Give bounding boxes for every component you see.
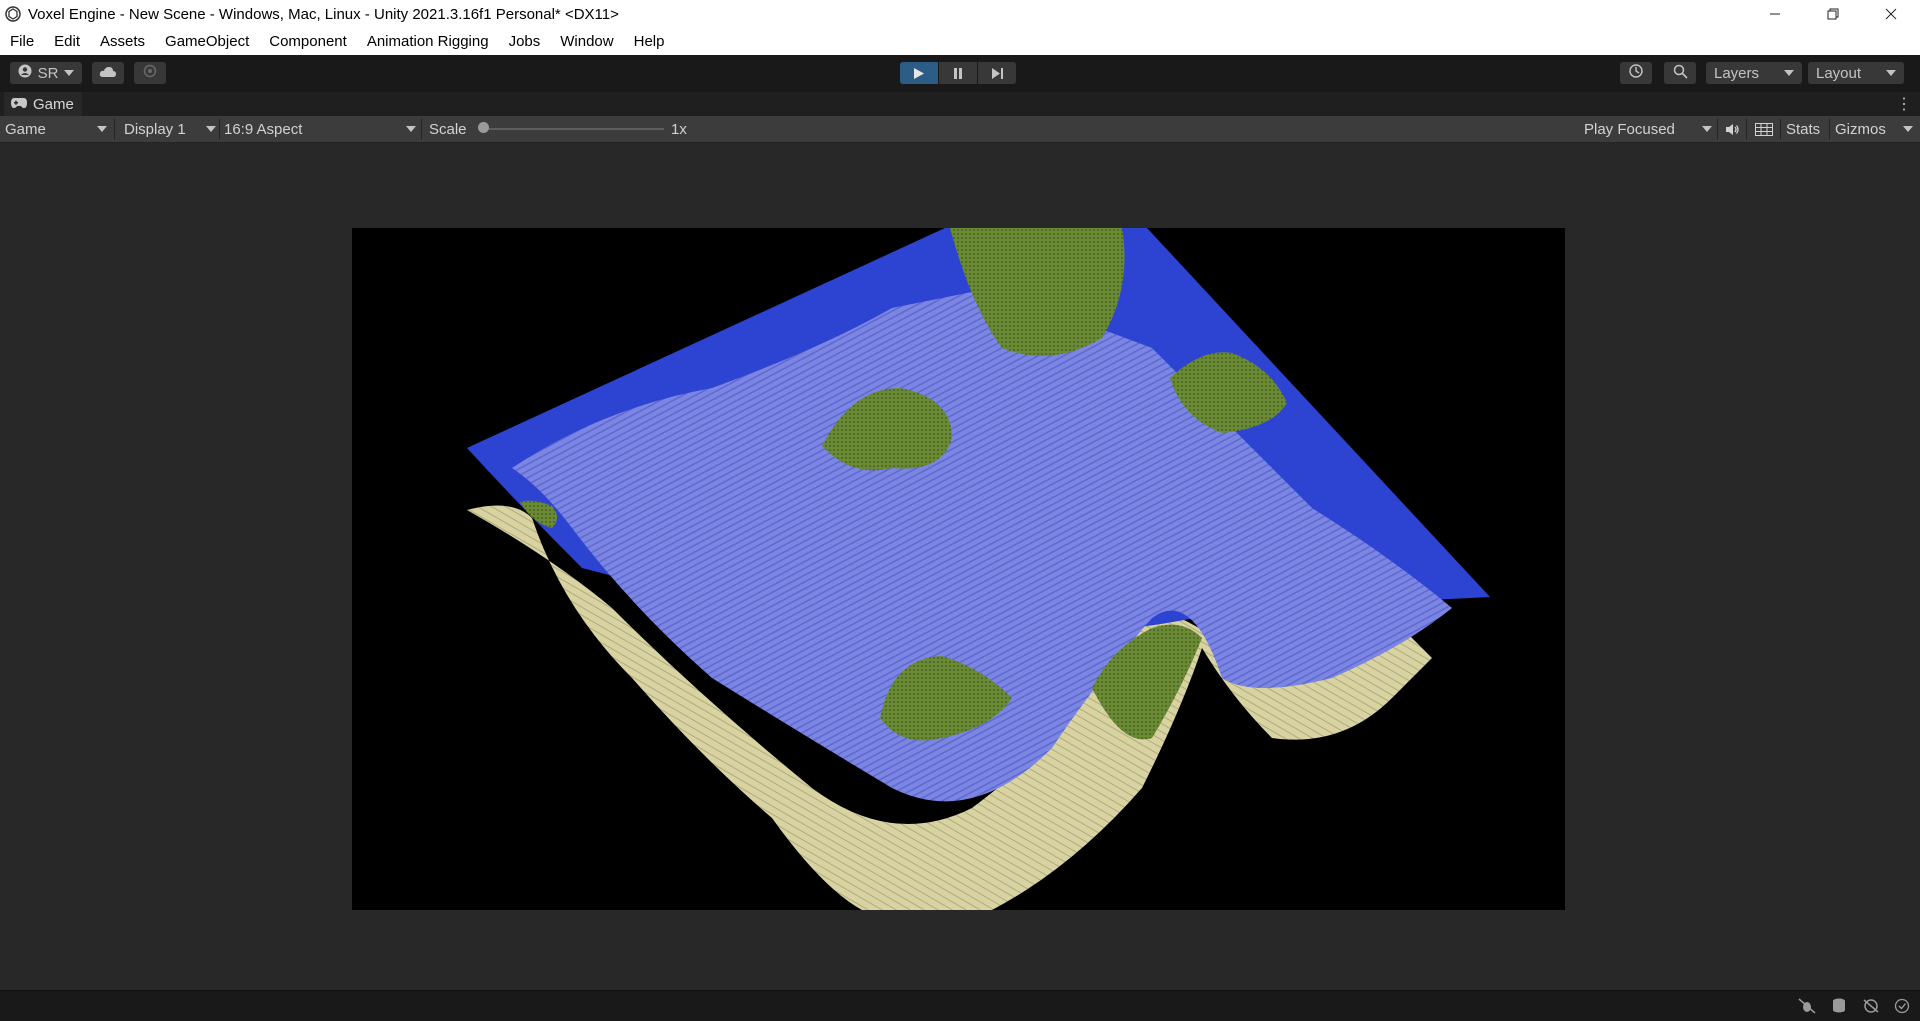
network-icon[interactable] [1862,998,1880,1018]
menu-component[interactable]: Component [259,33,357,50]
layers-label: Layers [1714,64,1760,82]
minimize-icon[interactable] [1746,0,1804,28]
history-icon [1628,63,1644,83]
menu-file[interactable]: File [0,33,44,50]
search-button[interactable] [1664,62,1696,84]
scale-slider-handle[interactable] [478,122,489,133]
game-view-controls: Game Display 1 16:9 Aspect Scale 1x Play… [0,116,1920,143]
account-dropdown[interactable]: SR [10,62,82,84]
chevron-down-icon [64,70,75,76]
aspect-dropdown[interactable]: 16:9 Aspect [224,116,416,142]
scale-value: 1x [671,120,687,138]
layers-dropdown[interactable]: Layers [1706,62,1802,84]
mode-dropdown[interactable]: Game [5,116,109,142]
gizmos-dropdown[interactable]: Gizmos [1835,116,1913,142]
menu-window[interactable]: Window [550,33,623,50]
menu-jobs[interactable]: Jobs [499,33,551,50]
unity-logo-icon [4,5,22,23]
collab-button[interactable] [134,62,166,84]
chevron-down-icon [1903,126,1913,132]
menu-animation-rigging[interactable]: Animation Rigging [357,33,499,50]
chevron-down-icon [1886,70,1896,76]
display-label: Display 1 [124,120,186,138]
restore-icon[interactable] [1804,0,1862,28]
cloud-button[interactable] [92,62,124,84]
more-options-icon[interactable]: ⋮ [1896,94,1912,114]
speaker-icon [1725,123,1739,135]
chevron-down-icon [97,126,107,132]
scale-slider-track[interactable] [484,128,664,130]
account-label: SR [37,64,59,82]
chevron-down-icon [1702,126,1712,132]
search-icon [1673,64,1688,83]
check-circle-icon[interactable] [1894,998,1910,1018]
play-button[interactable] [900,62,938,84]
mute-audio-button[interactable] [1723,116,1741,142]
play-controls [900,62,1016,84]
main-toolbar: SR Layers Layout [0,55,1920,92]
pause-button[interactable] [939,62,977,84]
close-icon[interactable] [1862,0,1920,28]
display-dropdown[interactable]: Display 1 [124,116,216,142]
scale-label: Scale [429,120,467,138]
gamepad-icon [10,96,28,113]
undo-history-button[interactable] [1620,62,1652,84]
title-bar: Voxel Engine - New Scene - Windows, Mac,… [0,0,1920,28]
step-icon [991,67,1003,79]
layout-label: Layout [1816,64,1862,82]
step-button[interactable] [978,62,1016,84]
chevron-down-icon [406,126,416,132]
layout-dropdown[interactable]: Layout [1808,62,1904,84]
menu-gameobject[interactable]: GameObject [155,33,259,50]
game-viewport[interactable] [352,228,1565,910]
mode-label: Game [5,120,46,138]
account-icon [18,64,32,82]
window-title: Voxel Engine - New Scene - Windows, Mac,… [28,5,619,23]
tab-game-label: Game [33,95,74,113]
collab-icon [143,64,157,82]
play-focused-label: Play Focused [1584,120,1675,138]
status-bar [0,990,1920,1021]
chevron-down-icon [206,126,216,132]
voxel-terrain-render [467,228,1490,910]
menu-assets[interactable]: Assets [90,33,155,50]
menu-edit[interactable]: Edit [44,33,90,50]
tab-bar: Game ⋮ [0,92,1920,117]
cloud-icon [99,65,117,82]
pause-icon [954,67,962,79]
play-icon [914,67,924,79]
stats-button[interactable]: Stats [1786,116,1820,142]
database-icon[interactable] [1830,998,1848,1018]
gizmos-label: Gizmos [1835,120,1886,138]
tab-game[interactable]: Game [4,92,82,116]
grid-icon [1755,122,1773,136]
aspect-label: 16:9 Aspect [224,120,303,138]
keyboard-shortcuts-button[interactable] [1753,116,1775,142]
menu-bar: File Edit Assets GameObject Component An… [0,28,1920,56]
play-focused-dropdown[interactable]: Play Focused [1584,116,1712,142]
menu-help[interactable]: Help [624,33,675,50]
debug-icon[interactable] [1798,998,1816,1018]
chevron-down-icon [1784,70,1794,76]
